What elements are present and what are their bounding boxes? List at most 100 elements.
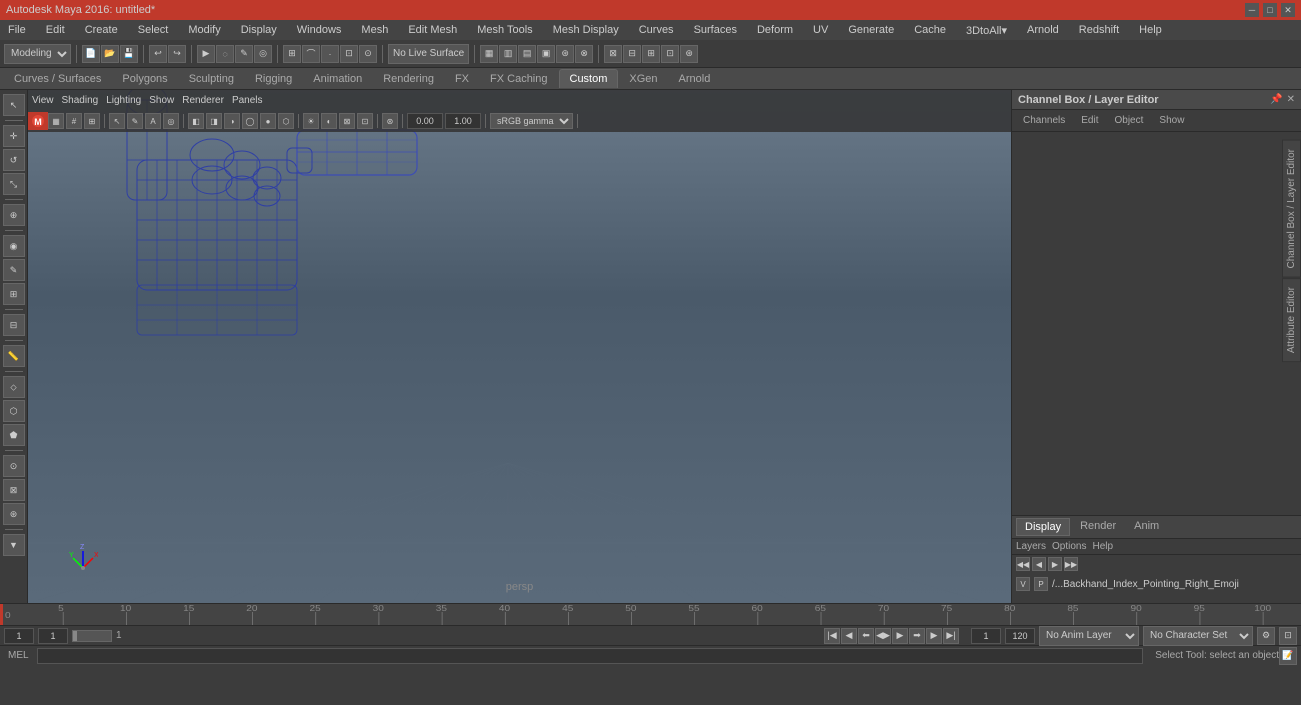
vp-menu-show[interactable]: Show [149, 95, 174, 106]
render-all-icon[interactable]: ▥ [499, 45, 517, 63]
tab-arnold[interactable]: Arnold [669, 70, 721, 88]
layer-menu-layers[interactable]: Layers [1016, 541, 1046, 552]
redo-icon[interactable]: ↪ [168, 45, 186, 63]
universal-tool-btn[interactable]: ⊕ [3, 204, 25, 226]
skip-end-btn[interactable]: ▶| [943, 628, 959, 644]
play-back-btn[interactable]: ◀▶ [875, 628, 891, 644]
ipr-icon[interactable]: ⊛ [556, 45, 574, 63]
anim-layer-dropdown[interactable]: No Anim Layer [1039, 626, 1139, 646]
menu-curves[interactable]: Curves [635, 22, 678, 38]
disp-tab-display[interactable]: Display [1016, 518, 1070, 536]
main-viewport[interactable]: M View Shading Lighting Show Renderer Pa… [28, 90, 1011, 603]
more-tools-btn[interactable]: ▼ [3, 534, 25, 556]
mode-dropdown[interactable]: Modeling [4, 44, 71, 64]
disp-tab-render[interactable]: Render [1072, 518, 1124, 536]
layout2-icon[interactable]: ⊟ [623, 45, 641, 63]
snap-point-icon[interactable]: · [321, 45, 339, 63]
tab-custom[interactable]: Custom [559, 69, 619, 88]
render-pause-icon[interactable]: ⊗ [575, 45, 593, 63]
playback-end-input[interactable] [1005, 628, 1035, 644]
snap-together-btn[interactable]: ⊟ [3, 314, 25, 336]
menu-display[interactable]: Display [237, 22, 281, 38]
layer-menu-help[interactable]: Help [1092, 541, 1113, 552]
vp-attr-icon[interactable]: A [145, 113, 161, 129]
paint-skin-btn[interactable]: ⊛ [3, 503, 25, 525]
menu-mesh-tools[interactable]: Mesh Tools [473, 22, 536, 38]
char-set-dropdown[interactable]: No Character Set [1143, 626, 1253, 646]
menu-file[interactable]: File [4, 22, 30, 38]
breakdown-btn[interactable]: ⬡ [3, 400, 25, 422]
move-tool-btn[interactable]: ✛ [3, 125, 25, 147]
skip-start-btn[interactable]: |◀ [824, 628, 840, 644]
layer-nav-next-btn[interactable]: ▶ [1048, 557, 1062, 571]
menu-mesh[interactable]: Mesh [357, 22, 392, 38]
soft-mod-btn[interactable]: ◉ [3, 235, 25, 257]
scale-tool-btn[interactable]: ⤡ [3, 173, 25, 195]
menu-redshift[interactable]: Redshift [1075, 22, 1123, 38]
disp-tab-anim[interactable]: Anim [1126, 518, 1167, 536]
menu-create[interactable]: Create [81, 22, 122, 38]
no-live-surface-btn[interactable]: No Live Surface [388, 44, 469, 64]
prev-key-btn[interactable]: ⬅ [858, 628, 874, 644]
menu-windows[interactable]: Windows [293, 22, 346, 38]
vp-shading3-icon[interactable]: ◑ [224, 113, 240, 129]
maximize-button[interactable]: □ [1263, 3, 1277, 17]
layout1-icon[interactable]: ⊠ [604, 45, 622, 63]
vp-show-icon[interactable]: ◎ [163, 113, 179, 129]
new-icon[interactable]: 📄 [82, 45, 100, 63]
vp-shading5-icon[interactable]: ● [260, 113, 276, 129]
timeline-ruler[interactable]: 0 5 10 15 20 25 30 35 40 45 50 [0, 604, 1301, 625]
tab-animation[interactable]: Animation [303, 70, 372, 88]
vtab-attribute-editor[interactable]: Attribute Editor [1282, 278, 1301, 362]
vp-light1-icon[interactable]: ☀ [303, 113, 319, 129]
soft-sel-icon[interactable]: ◎ [254, 45, 272, 63]
vp-guide-icon[interactable]: ⊞ [84, 113, 100, 129]
menu-select[interactable]: Select [134, 22, 173, 38]
vp-menu-lighting[interactable]: Lighting [106, 95, 141, 106]
vp-paint-icon[interactable]: ✎ [127, 113, 143, 129]
layout5-icon[interactable]: ⊛ [680, 45, 698, 63]
menu-arnold[interactable]: Arnold [1023, 22, 1063, 38]
menu-edit-mesh[interactable]: Edit Mesh [404, 22, 461, 38]
render-view-icon[interactable]: ▤ [518, 45, 536, 63]
menu-cache[interactable]: Cache [910, 22, 950, 38]
tab-sculpting[interactable]: Sculpting [179, 70, 244, 88]
menu-uv[interactable]: UV [809, 22, 832, 38]
vp-shading2-icon[interactable]: ◨ [206, 113, 222, 129]
vp-shading1-icon[interactable]: ◧ [188, 113, 204, 129]
menu-generate[interactable]: Generate [844, 22, 898, 38]
next-frame-btn[interactable]: ▶ [926, 628, 942, 644]
vp-menu-renderer[interactable]: Renderer [182, 95, 224, 106]
render-seq-icon[interactable]: ▦ [480, 45, 498, 63]
layout4-icon[interactable]: ⊡ [661, 45, 679, 63]
vp-depth-icon[interactable]: ⊡ [357, 113, 373, 129]
snap-curve-icon[interactable]: ⌒ [302, 45, 320, 63]
ch-tab-object[interactable]: Object [1108, 112, 1151, 129]
vp-shadow-icon[interactable]: ◐ [321, 113, 337, 129]
vp-filmgate-icon[interactable]: ▦ [48, 113, 64, 129]
vp-select-icon[interactable]: ↖ [109, 113, 125, 129]
inbetween-btn[interactable]: ⬟ [3, 424, 25, 446]
next-key-btn[interactable]: ➡ [909, 628, 925, 644]
render-region-btn[interactable]: ⊠ [3, 479, 25, 501]
layer-nav-fwd-btn[interactable]: ▶▶ [1064, 557, 1078, 571]
vp-grid-icon[interactable]: # [66, 113, 82, 129]
current-frame-input[interactable]: 1 [38, 628, 68, 644]
vp-shading6-icon[interactable]: ⬡ [278, 113, 294, 129]
vp-shading4-icon[interactable]: ◯ [242, 113, 258, 129]
channel-box-close-icon[interactable]: ✕ [1287, 94, 1295, 105]
ch-tab-channels[interactable]: Channels [1016, 112, 1072, 129]
vp-input-2[interactable]: 1.00 [445, 113, 481, 129]
lasso-icon[interactable]: ◌ [216, 45, 234, 63]
select-tool-btn[interactable]: ↖ [3, 94, 25, 116]
script-editor-icon[interactable]: 📝 [1279, 647, 1297, 665]
paint-icon[interactable]: ✎ [235, 45, 253, 63]
layer-nav-prev-btn[interactable]: ◀ [1032, 557, 1046, 571]
menu-edit[interactable]: Edit [42, 22, 69, 38]
tab-rigging[interactable]: Rigging [245, 70, 302, 88]
save-icon[interactable]: 💾 [120, 45, 138, 63]
render-settings-icon[interactable]: ▣ [537, 45, 555, 63]
color-profile-dropdown[interactable]: sRGB gamma [490, 113, 573, 129]
minimize-button[interactable]: ─ [1245, 3, 1259, 17]
menu-modify[interactable]: Modify [184, 22, 224, 38]
